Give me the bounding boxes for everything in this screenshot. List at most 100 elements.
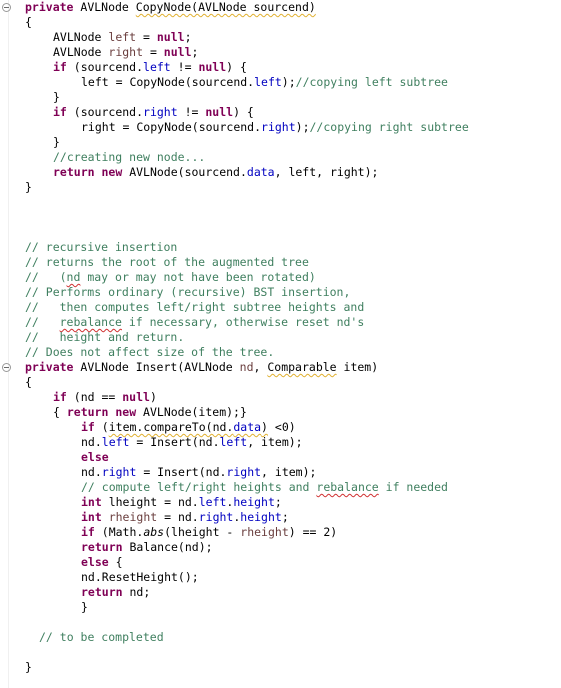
code: , left, right); [274, 165, 379, 179]
field: right [226, 465, 262, 479]
code-line: if (sourcend.right != null) { [53, 105, 254, 120]
brace: } [53, 90, 60, 104]
code-line: if (nd == null) [53, 390, 157, 405]
comment: // recursive insertion [25, 240, 178, 254]
field: data [246, 165, 275, 179]
variable: rheight [101, 510, 158, 524]
code-line: nd.left = Insert(nd.left, item); [81, 435, 303, 450]
code: left = CopyNode(sourcend. [81, 75, 255, 89]
comment: // Performs ordinary (recursive) BST ins… [25, 285, 351, 299]
variable: rheight [240, 525, 289, 539]
comment: //copying left subtree [295, 75, 448, 89]
comment: // height and return. [25, 330, 185, 344]
operator: != [170, 60, 199, 74]
keyword: if [81, 420, 95, 434]
spell-error: rebalance [316, 480, 379, 494]
code: (sourcend. [66, 105, 144, 119]
comment-text: if needed [378, 480, 448, 494]
brace: } [53, 135, 60, 149]
punct: ) { [226, 60, 247, 74]
code-line: if (item.compareTo(nd.data) <0) [81, 420, 296, 435]
keyword: else [81, 555, 109, 569]
field: data [233, 420, 262, 434]
punct: ); [281, 75, 296, 89]
field: left [219, 435, 248, 449]
brace: { [25, 15, 32, 29]
comment-text: may or may not have been rotated) [80, 270, 316, 284]
comment: // compute left/right heights and rebala… [81, 480, 448, 495]
static-method: abs [143, 525, 165, 539]
keyword: return [66, 405, 109, 419]
field: right [143, 105, 178, 119]
keyword: else [81, 450, 109, 464]
keyword: null [156, 30, 185, 44]
code-line: { return new AVLNode(item);} [53, 405, 247, 420]
comment: //copying right subtree [309, 120, 469, 134]
field: height [240, 510, 282, 524]
code-editor[interactable]: private AVLNode CopyNode(AVLNode sourcen… [0, 0, 561, 688]
code: = nd. [157, 510, 199, 524]
comment-text: // compute left/right heights and [81, 480, 317, 494]
code-line: if (Math.abs(lheight - rheight) == 2) [81, 525, 337, 540]
method-name: CopyNode(AVLNode sourcend) [135, 0, 316, 14]
spell-error: rebalance [59, 315, 122, 329]
keyword: private [25, 360, 74, 374]
comment-text: if necessary, otherwise reset nd's [121, 315, 365, 329]
code: nd; [122, 585, 151, 599]
brace: { [25, 375, 32, 389]
fold-collapse-icon[interactable] [2, 3, 11, 12]
punct: ); [295, 120, 310, 134]
keyword: return [81, 540, 123, 554]
code: Balance(nd); [122, 540, 213, 554]
punct: ; [281, 510, 289, 524]
comment-text: // [25, 315, 60, 329]
punct: { [108, 555, 123, 569]
keyword: null [122, 390, 150, 404]
code-line: AVLNode right = null; [53, 45, 198, 60]
keyword: int [81, 495, 102, 509]
keyword: if [53, 390, 67, 404]
keyword: if [81, 525, 95, 539]
comment-text: // ( [25, 270, 67, 284]
spell-error: nd [66, 270, 81, 284]
punct: ; [191, 45, 199, 59]
field: left [101, 435, 130, 449]
field: right [198, 510, 234, 524]
brace: } [81, 600, 88, 614]
punct: ; [184, 30, 192, 44]
code: lheight = nd. [101, 495, 199, 509]
brace: } [25, 660, 32, 674]
code-line: int lheight = nd.left.height; [81, 495, 282, 510]
code: AVLNode Insert(AVLNode [73, 360, 240, 374]
punct: ( [94, 420, 109, 434]
insert-signature: private AVLNode Insert(AVLNode nd, Compa… [25, 360, 378, 375]
copynode-signature: private AVLNode CopyNode(AVLNode sourcen… [25, 0, 316, 15]
code: ) == 2) [288, 525, 338, 539]
code-line: left = CopyNode(sourcend.left);//copying… [81, 75, 448, 90]
punct: , [253, 360, 268, 374]
comment: // (nd may or may not have been rotated) [25, 270, 316, 285]
keyword: private [25, 0, 74, 14]
parameter: nd [239, 360, 254, 374]
code-line: int rheight = nd.right.height; [81, 510, 289, 525]
code: AVLNode(sourcend. [122, 165, 247, 179]
variable: right [108, 45, 144, 59]
code: AVLNode(item);} [136, 405, 247, 419]
type: AVLNode [53, 45, 109, 59]
code: = Insert(nd. [129, 435, 220, 449]
type: AVLNode [53, 30, 109, 44]
return-type: AVLNode [73, 0, 136, 14]
fold-collapse-icon[interactable] [2, 363, 11, 372]
code-line: if (sourcend.left != null) { [53, 60, 247, 75]
operator: != [177, 105, 206, 119]
operator: = [136, 30, 157, 44]
code: right = CopyNode(sourcend. [81, 120, 262, 134]
keyword: new [101, 165, 123, 179]
punct: ) { [233, 105, 254, 119]
variable: left [108, 30, 137, 44]
operator: = [143, 45, 164, 59]
code: item) [336, 360, 379, 374]
field: height [233, 495, 275, 509]
punct: { [53, 405, 67, 419]
code: , item); [261, 465, 317, 479]
